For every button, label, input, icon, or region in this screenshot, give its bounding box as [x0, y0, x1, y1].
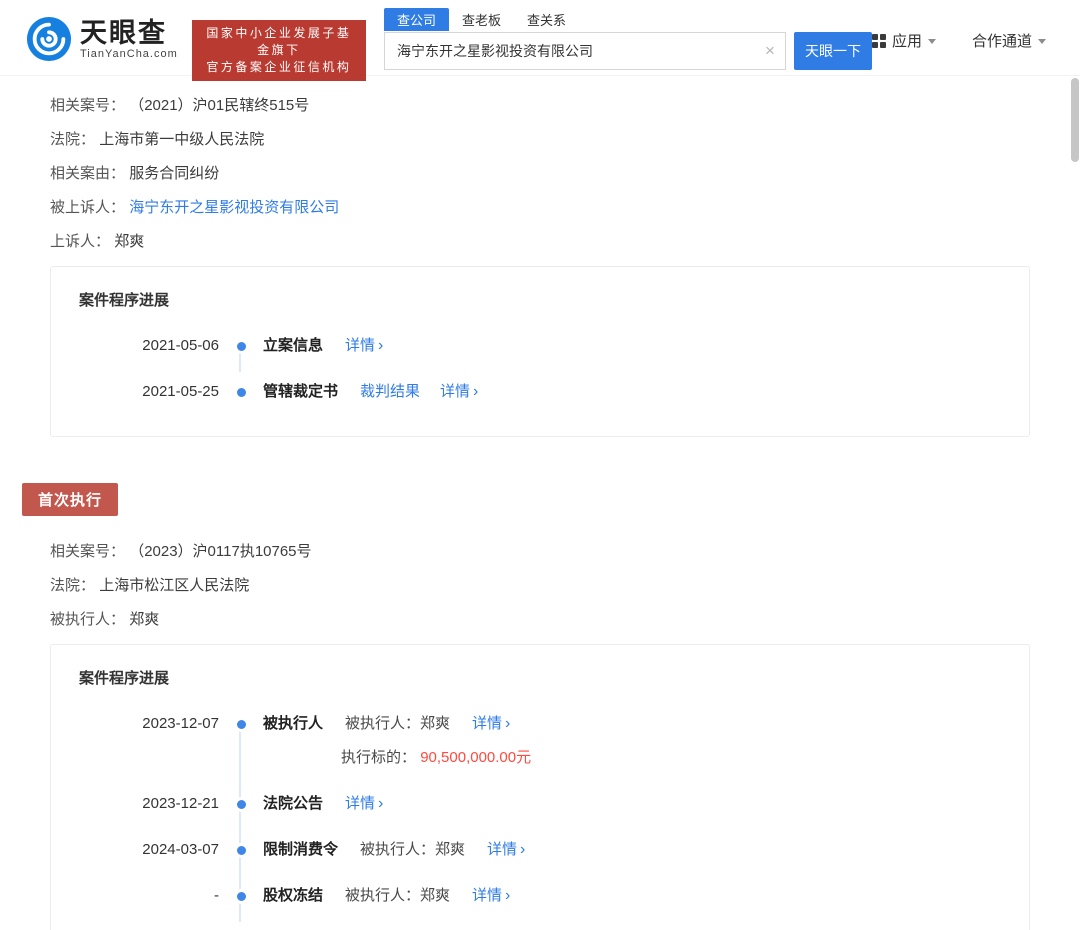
timeline-item: 2023-12-07 被执行人 被执行人：郑爽 详情› [79, 714, 1001, 734]
chevron-right-icon: › [505, 715, 510, 733]
timeline-date: - [79, 886, 219, 906]
search-input[interactable] [385, 33, 785, 69]
chevron-right-icon: › [473, 383, 478, 401]
field-appellant: 上诉人： 郑爽 [50, 232, 1080, 252]
tab-search-boss[interactable]: 查老板 [449, 8, 514, 31]
nav-cooperation-label: 合作通道 [972, 30, 1032, 51]
nav-apps-label: 应用 [892, 30, 922, 51]
detail-link[interactable]: 详情› [472, 714, 510, 734]
progress-title: 案件程序进展 [79, 667, 1001, 688]
timeline-date: 2023-12-07 [79, 714, 219, 734]
gov-certification-badge: 国家中小企业发展子基金旗下 官方备案企业征信机构 [192, 20, 366, 81]
timeline-dot [237, 720, 246, 729]
header: 天眼查 TianYanCha.com 国家中小企业发展子基金旗下 官方备案企业征… [0, 0, 1080, 76]
timeline-dot [237, 342, 246, 351]
nav-cooperation[interactable]: 合作通道 [972, 30, 1046, 51]
field-court: 法院： 上海市第一中级人民法院 [50, 130, 1080, 150]
chevron-right-icon: › [378, 795, 383, 813]
timeline-subject-amount: 执行标的： 90,500,000.00元 [79, 748, 1001, 768]
search-button[interactable]: 天眼一下 [794, 32, 872, 70]
chevron-right-icon: › [505, 887, 510, 905]
timeline-extra: 被执行人：郑爽 [360, 840, 465, 860]
timeline-dot [237, 846, 246, 855]
chevron-right-icon: › [378, 337, 383, 355]
detail-link[interactable]: 详情› [440, 382, 478, 402]
timeline-date: 2024-03-07 [79, 840, 219, 860]
field-executee: 被执行人： 郑爽 [50, 610, 1080, 630]
timeline-item: 2021-05-06 立案信息 详情› [79, 336, 1001, 356]
field-case-number: 相关案号： （2021）沪01民辖终515号 [50, 96, 1080, 116]
apps-grid-icon [872, 34, 886, 48]
timeline-dot [237, 388, 246, 397]
caret-down-icon [1038, 39, 1046, 44]
timeline-dot [237, 892, 246, 901]
timeline-event: 立案信息 [263, 336, 323, 356]
timeline: 2021-05-06 立案信息 详情› 2021-05-25 管辖裁定书 裁判结… [79, 336, 1001, 402]
progress-title: 案件程序进展 [79, 289, 1001, 310]
detail-link[interactable]: 详情› [472, 886, 510, 906]
main-content: 相关案号： （2021）沪01民辖终515号 法院： 上海市第一中级人民法院 相… [0, 76, 1080, 930]
case-execution-progress-box: 案件程序进展 2023-12-07 被执行人 被执行人：郑爽 详情› 执行标的：… [50, 644, 1030, 930]
timeline-event: 管辖裁定书 [263, 382, 338, 402]
timeline-extra: 被执行人：郑爽 [345, 714, 450, 734]
caret-down-icon [928, 39, 936, 44]
timeline-item: 2024-03-07 限制消费令 被执行人：郑爽 详情› [79, 840, 1001, 860]
timeline-date: 2021-05-25 [79, 382, 219, 402]
tianyancha-logo[interactable]: 天眼查 TianYanCha.com [26, 16, 178, 62]
search-box: × [384, 32, 786, 70]
tab-search-relation[interactable]: 查关系 [514, 8, 579, 31]
timeline-item: 2023-12-21 法院公告 详情› [79, 794, 1001, 814]
timeline-event: 法院公告 [263, 794, 323, 814]
gov-badge-line2: 官方备案企业征信机构 [202, 59, 356, 76]
timeline-event: 限制消费令 [263, 840, 338, 860]
case-appeal-progress-box: 案件程序进展 2021-05-06 立案信息 详情› 2021-05-25 管辖… [50, 266, 1030, 437]
timeline-date: 2023-12-21 [79, 794, 219, 814]
header-nav: 应用 合作通道 [872, 30, 1060, 51]
judgment-result-link[interactable]: 裁判结果 [360, 382, 420, 402]
timeline: 2023-12-07 被执行人 被执行人：郑爽 详情› 执行标的： 90,500… [79, 714, 1001, 930]
timeline-item: - 股权冻结 被执行人：郑爽 详情› [79, 886, 1001, 906]
brand-name: 天眼查 [80, 18, 178, 48]
page: 天眼查 TianYanCha.com 国家中小企业发展子基金旗下 官方备案企业征… [0, 0, 1080, 930]
detail-link[interactable]: 详情› [345, 336, 383, 356]
chevron-right-icon: › [520, 841, 525, 859]
detail-link[interactable]: 详情› [487, 840, 525, 860]
case-appeal-fields: 相关案号： （2021）沪01民辖终515号 法院： 上海市第一中级人民法院 相… [50, 96, 1080, 252]
company-link[interactable]: 海宁东开之星影视投资有限公司 [129, 199, 339, 216]
logo-eye-icon [26, 16, 72, 62]
field-case-number: 相关案号： （2023）沪0117执10765号 [50, 542, 1080, 562]
timeline-item: 2021-05-25 管辖裁定书 裁判结果 详情› [79, 382, 1001, 402]
search-tabs: 查公司 查老板 查关系 [384, 8, 872, 30]
timeline-event: 被执行人 [263, 714, 323, 734]
case-execution-fields: 相关案号： （2023）沪0117执10765号 法院： 上海市松江区人民法院 … [50, 542, 1080, 630]
nav-apps[interactable]: 应用 [872, 30, 936, 51]
clear-icon[interactable]: × [765, 41, 775, 61]
scrollbar-thumb[interactable] [1071, 78, 1079, 162]
section-tag-first-execution: 首次执行 [22, 483, 118, 516]
timeline-dot [237, 800, 246, 809]
timeline-event: 股权冻结 [263, 886, 323, 906]
tab-search-company[interactable]: 查公司 [384, 8, 449, 31]
timeline-extra: 被执行人：郑爽 [345, 886, 450, 906]
field-court: 法院： 上海市松江区人民法院 [50, 576, 1080, 596]
gov-badge-line1: 国家中小企业发展子基金旗下 [202, 25, 356, 59]
search-area: 查公司 查老板 查关系 × 天眼一下 [384, 8, 872, 70]
detail-link[interactable]: 详情› [345, 794, 383, 814]
timeline-date: 2021-05-06 [79, 336, 219, 356]
field-cause: 相关案由： 服务合同纠纷 [50, 164, 1080, 184]
brand-domain: TianYanCha.com [80, 48, 178, 60]
field-appellee: 被上诉人： 海宁东开之星影视投资有限公司 [50, 198, 1080, 218]
execution-amount: 90,500,000.00元 [420, 749, 531, 766]
